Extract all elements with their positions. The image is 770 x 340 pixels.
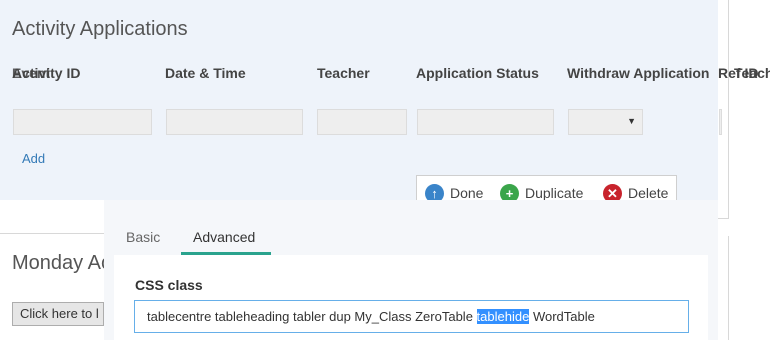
column-header-application-status: Application Status [416, 65, 539, 81]
section-title: Activity Applications [12, 18, 188, 40]
click-here-button[interactable]: Click here to l [12, 302, 104, 326]
withdraw-application-select[interactable]: ▼ [568, 109, 643, 135]
ref-id-filter-input[interactable] [719, 109, 722, 135]
css-class-text: tablecentre tableheading tabler dup My_C… [147, 309, 477, 324]
column-header-event: Event [12, 65, 51, 81]
date-time-filter-input[interactable] [166, 109, 303, 135]
column-header-teacher-overlap: Teacher [734, 65, 770, 81]
css-class-text: WordTable [529, 309, 595, 324]
column-header-teacher: Teacher [317, 65, 370, 81]
teacher-filter-input[interactable] [317, 109, 407, 135]
divider [718, 218, 729, 219]
column-header-withdraw-application: Withdraw Application [567, 65, 710, 81]
divider [728, 0, 729, 218]
chevron-down-icon: ▼ [627, 116, 636, 126]
application-status-filter-input[interactable] [417, 109, 554, 135]
duplicate-label: Duplicate [525, 185, 584, 201]
add-row-link[interactable]: Add [22, 151, 45, 166]
column-header-date-time: Date & Time [165, 65, 246, 81]
css-class-label: CSS class [135, 277, 203, 293]
activity-id-filter-input[interactable] [13, 109, 152, 135]
tab-basic[interactable]: Basic [126, 229, 160, 245]
divider [728, 236, 729, 340]
tab-advanced[interactable]: Advanced [193, 229, 255, 245]
done-label: Done [450, 185, 484, 201]
css-class-selection: tablehide [476, 309, 530, 324]
css-class-input[interactable]: tablecentre tableheading tabler dup My_C… [134, 300, 689, 333]
section-title: Monday Ac [12, 252, 104, 274]
delete-label: Delete [628, 185, 669, 201]
